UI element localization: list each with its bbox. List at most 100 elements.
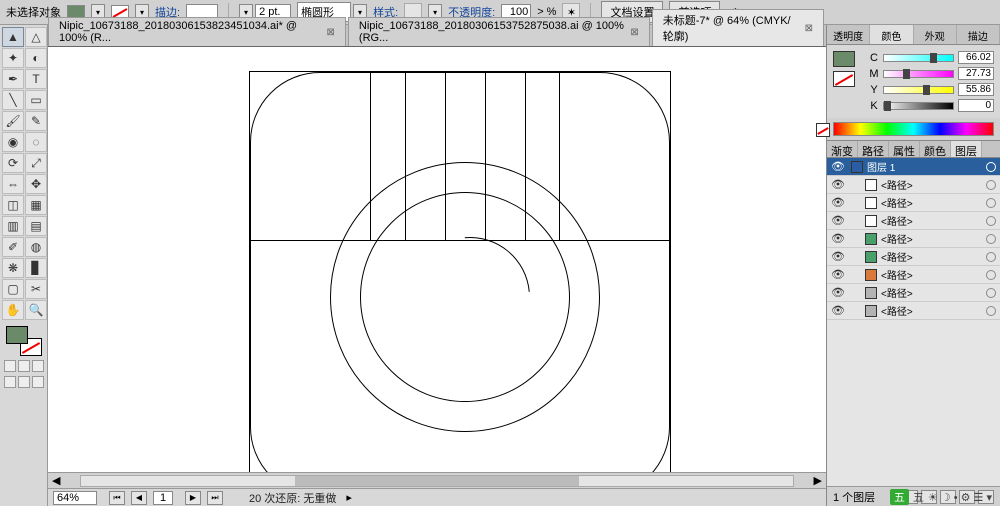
visibility-icon[interactable]: 👁 bbox=[831, 286, 843, 299]
slider-bar[interactable] bbox=[883, 70, 954, 78]
layer-name[interactable]: <路径> bbox=[881, 213, 982, 228]
graph-tool[interactable]: ▊ bbox=[25, 258, 47, 278]
pencil-tool[interactable]: ✎ bbox=[25, 111, 47, 131]
spectrum-bar[interactable] bbox=[833, 122, 994, 136]
target-icon[interactable] bbox=[986, 288, 996, 298]
document-tab[interactable]: Nipic_10673188_20180306153823451034.ai* … bbox=[48, 17, 346, 46]
zoom-tool[interactable]: 🔍 bbox=[25, 300, 47, 320]
slider-value[interactable]: 0 bbox=[958, 99, 994, 112]
target-icon[interactable] bbox=[986, 162, 996, 172]
magic-wand-tool[interactable]: ✦ bbox=[2, 48, 24, 68]
fill-stroke-swatches[interactable] bbox=[6, 326, 42, 356]
screen-mode-buttons[interactable] bbox=[4, 376, 44, 388]
visibility-icon[interactable]: 👁 bbox=[831, 304, 843, 317]
document-tab[interactable]: 未标题-7* @ 64% (CMYK/轮廓)⊠ bbox=[652, 9, 824, 46]
target-icon[interactable] bbox=[986, 180, 996, 190]
close-icon[interactable]: ⊠ bbox=[805, 23, 813, 34]
last-page-button[interactable]: ⏭ bbox=[207, 491, 223, 505]
horizontal-scrollbar[interactable]: ◀ ▶ bbox=[48, 472, 826, 488]
panel-tab[interactable]: 外观 bbox=[914, 25, 957, 44]
shape-builder-tool[interactable]: ◫ bbox=[2, 195, 24, 215]
target-icon[interactable] bbox=[986, 234, 996, 244]
slider-bar[interactable] bbox=[883, 86, 954, 94]
path-row[interactable]: 👁 <路径> bbox=[827, 176, 1000, 194]
direct-selection-tool[interactable]: △ bbox=[25, 27, 47, 47]
path-row[interactable]: 👁<路径> bbox=[827, 248, 1000, 266]
target-icon[interactable] bbox=[986, 216, 996, 226]
panel-tab-layers[interactable]: 颜色 bbox=[920, 141, 951, 157]
line-tool[interactable]: ╲ bbox=[2, 90, 24, 110]
visibility-icon[interactable]: 👁 bbox=[831, 196, 843, 209]
slider-value[interactable]: 66.02 bbox=[958, 51, 994, 64]
rotate-tool[interactable]: ⟳ bbox=[2, 153, 24, 173]
panel-tab-layers[interactable]: 图层 bbox=[951, 141, 982, 157]
tray-icons[interactable]: ☀ ☽ • ⚙ ☰ ▾ bbox=[928, 491, 992, 504]
layer-name[interactable]: <路径> bbox=[881, 267, 982, 282]
path-row[interactable]: 👁 <路径> bbox=[827, 230, 1000, 248]
path-row[interactable]: 👁 <路径> bbox=[827, 284, 1000, 302]
artboard-number[interactable]: 1 bbox=[153, 491, 173, 505]
rectangle-tool[interactable]: ▭ bbox=[25, 90, 47, 110]
pen-tool[interactable]: ✒ bbox=[2, 69, 24, 89]
path-row[interactable]: 👁 <路径> bbox=[827, 212, 1000, 230]
color-fill-swatch[interactable] bbox=[833, 51, 855, 67]
free-transform-tool[interactable]: ✥ bbox=[25, 174, 47, 194]
slider-bar[interactable] bbox=[883, 54, 954, 62]
target-icon[interactable] bbox=[986, 270, 996, 280]
visibility-icon[interactable]: 👁 bbox=[831, 268, 843, 281]
scale-tool[interactable]: ⤢ bbox=[25, 153, 47, 173]
target-icon[interactable] bbox=[986, 198, 996, 208]
layer-name[interactable]: <路径> bbox=[881, 249, 982, 264]
path-row[interactable]: 👁 <路径> bbox=[827, 302, 1000, 320]
prev-page-button[interactable]: ◀ bbox=[131, 491, 147, 505]
none-icon[interactable] bbox=[816, 123, 830, 137]
panel-tab[interactable]: 透明度 bbox=[827, 25, 870, 44]
lasso-tool[interactable]: ◐ bbox=[25, 48, 47, 68]
color-mode-buttons[interactable] bbox=[4, 360, 44, 372]
layer-row[interactable]: 👁 图层 1 bbox=[827, 158, 1000, 176]
path-row[interactable]: 👁 <路径> bbox=[827, 266, 1000, 284]
slider-value[interactable]: 55.86 bbox=[958, 83, 994, 96]
gradient-tool[interactable]: ▤ bbox=[25, 216, 47, 236]
perspective-tool[interactable]: ▦ bbox=[25, 195, 47, 215]
eraser-tool[interactable]: ◌ bbox=[25, 132, 47, 152]
layer-name[interactable]: <路径> bbox=[881, 177, 982, 192]
paintbrush-tool[interactable]: 🖌 bbox=[2, 111, 24, 131]
color-stroke-swatch[interactable] bbox=[833, 71, 855, 87]
selection-tool[interactable]: ▲ bbox=[2, 27, 24, 47]
visibility-icon[interactable]: 👁 bbox=[831, 214, 843, 227]
next-page-button[interactable]: ▶ bbox=[185, 491, 201, 505]
document-tab[interactable]: Nipic_10673188_20180306153752875038.ai @… bbox=[348, 17, 650, 46]
zoom-value[interactable]: 64% bbox=[53, 491, 97, 505]
eyedropper-tool[interactable]: ✐ bbox=[2, 237, 24, 257]
slice-tool[interactable]: ✂ bbox=[25, 279, 47, 299]
layer-name[interactable]: 图层 1 bbox=[867, 159, 982, 174]
blend-tool[interactable]: ◍ bbox=[25, 237, 47, 257]
mesh-tool[interactable]: ▥ bbox=[2, 216, 24, 236]
width-tool[interactable]: ⇔ bbox=[2, 174, 24, 194]
first-page-button[interactable]: ⏮ bbox=[109, 491, 125, 505]
panel-tab[interactable]: 颜色 bbox=[870, 25, 913, 44]
hand-tool[interactable]: ✋ bbox=[2, 300, 24, 320]
artboard-tool[interactable]: ▢ bbox=[2, 279, 24, 299]
canvas[interactable]: ◀ ▶ bbox=[48, 47, 826, 488]
symbol-sprayer-tool[interactable]: ❋ bbox=[2, 258, 24, 278]
close-icon[interactable]: ⊠ bbox=[630, 27, 638, 38]
slider-bar[interactable] bbox=[883, 102, 954, 110]
panel-tab[interactable]: 描边 bbox=[957, 25, 1000, 44]
blob-brush-tool[interactable]: ◉ bbox=[2, 132, 24, 152]
layer-name[interactable]: <路径> bbox=[881, 303, 982, 318]
fill-color-swatch[interactable] bbox=[6, 326, 28, 344]
layer-name[interactable]: <路径> bbox=[881, 285, 982, 300]
visibility-icon[interactable]: 👁 bbox=[831, 178, 843, 191]
layer-name[interactable]: <路径> bbox=[881, 195, 982, 210]
target-icon[interactable] bbox=[986, 306, 996, 316]
path-row[interactable]: 👁 <路径> bbox=[827, 194, 1000, 212]
target-icon[interactable] bbox=[986, 252, 996, 262]
layer-name[interactable]: <路径> bbox=[881, 231, 982, 246]
close-icon[interactable]: ⊠ bbox=[327, 27, 335, 38]
ime-badge[interactable]: 五 bbox=[890, 489, 909, 505]
visibility-icon[interactable]: 👁 bbox=[831, 232, 843, 245]
panel-tab-layers[interactable]: 属性 bbox=[889, 141, 920, 157]
visibility-icon[interactable]: 👁 bbox=[831, 160, 843, 173]
